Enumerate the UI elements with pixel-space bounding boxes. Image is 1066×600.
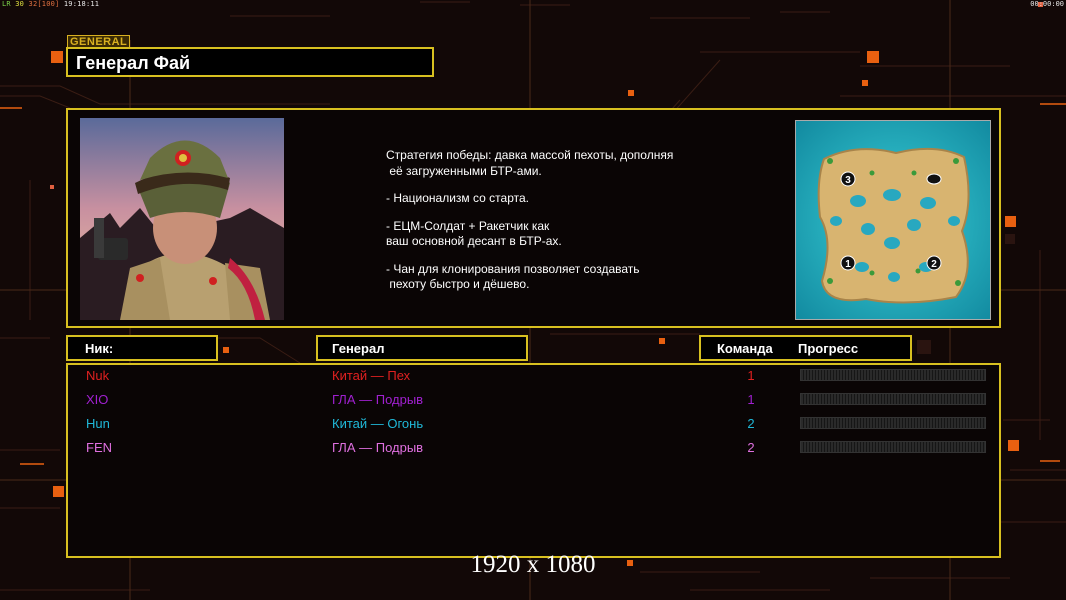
status-timer: 00:00:00 (1030, 0, 1064, 8)
player-general: Китай — Огонь (332, 416, 424, 431)
header-nick-box: Ник: (66, 335, 218, 361)
player-nick: XIO (86, 392, 109, 407)
player-nick: Hun (86, 416, 110, 431)
header-general: Генерал (332, 341, 385, 356)
player-row: XIO ГЛА — Подрыв 1 (68, 391, 999, 411)
strategy-line: - ЕЦМ-Солдат + Ракетчик как (386, 218, 550, 233)
strategy-line: её загруженными БТР-ами. (386, 163, 542, 178)
player-general: ГЛА — Подрыв (332, 392, 424, 407)
header-team: Команда (717, 341, 773, 356)
player-row: Hun Китай — Огонь 2 (68, 415, 999, 435)
header-progress: Прогресс (798, 341, 859, 356)
strategy-text: Стратегия победы: давка массой пехоты, д… (386, 148, 766, 293)
map-preview: 3 1 2 (795, 120, 991, 320)
general-info-panel: Стратегия победы: давка массой пехоты, д… (66, 108, 1001, 328)
player-team: 2 (747, 440, 755, 455)
status-value-c: [100] (37, 0, 60, 8)
player-row: FEN ГЛА — Подрыв 2 (68, 439, 999, 459)
general-title: Генерал Фай (76, 53, 191, 73)
player-general: Китай — Пех (332, 368, 411, 383)
strategy-line: - Национализм со старта. (386, 191, 529, 205)
status-prefix: LR (2, 0, 11, 8)
player-progress-bar (800, 441, 986, 453)
player-team: 1 (747, 368, 755, 383)
status-bar-left: LR 30 32[100] 19:18:11 (2, 0, 99, 8)
status-value-a: 30 (15, 0, 25, 8)
start-position-2: 2 (931, 259, 937, 270)
resolution-caption: 1920 x 1080 (470, 551, 596, 578)
player-team: 1 (747, 392, 755, 407)
strategy-line: пехоту быстро и дёшево. (386, 277, 530, 291)
strategy-line: Стратегия победы: давка массой пехоты, д… (386, 148, 674, 162)
player-progress-bar (800, 369, 986, 381)
header-team-progress-box: Команда Прогресс (699, 335, 912, 361)
player-list: Nuk Китай — Пех 1 XIO ГЛА — Подрыв 1 Hun Китай … (66, 363, 1001, 558)
player-team: 2 (747, 416, 755, 431)
player-progress-bar (800, 417, 986, 429)
header-nick: Ник: (85, 341, 114, 356)
strategy-line: - Чан для клонирования позволяет создава… (386, 261, 640, 276)
start-position-3: 3 (845, 175, 851, 186)
start-position-1: 1 (845, 259, 851, 270)
player-nick: FEN (86, 440, 112, 455)
strategy-line: ваш основной десант в БТР-ах. (386, 234, 562, 248)
player-nick: Nuk (86, 368, 110, 383)
player-progress-bar (800, 393, 986, 405)
header-general-box: Генерал (316, 335, 528, 361)
player-row: Nuk Китай — Пех 1 (68, 367, 999, 387)
status-clock: 19:18:11 (63, 0, 100, 8)
general-portrait (80, 118, 284, 320)
general-title-box: Генерал Фай (66, 47, 434, 77)
player-general: ГЛА — Подрыв (332, 440, 424, 455)
